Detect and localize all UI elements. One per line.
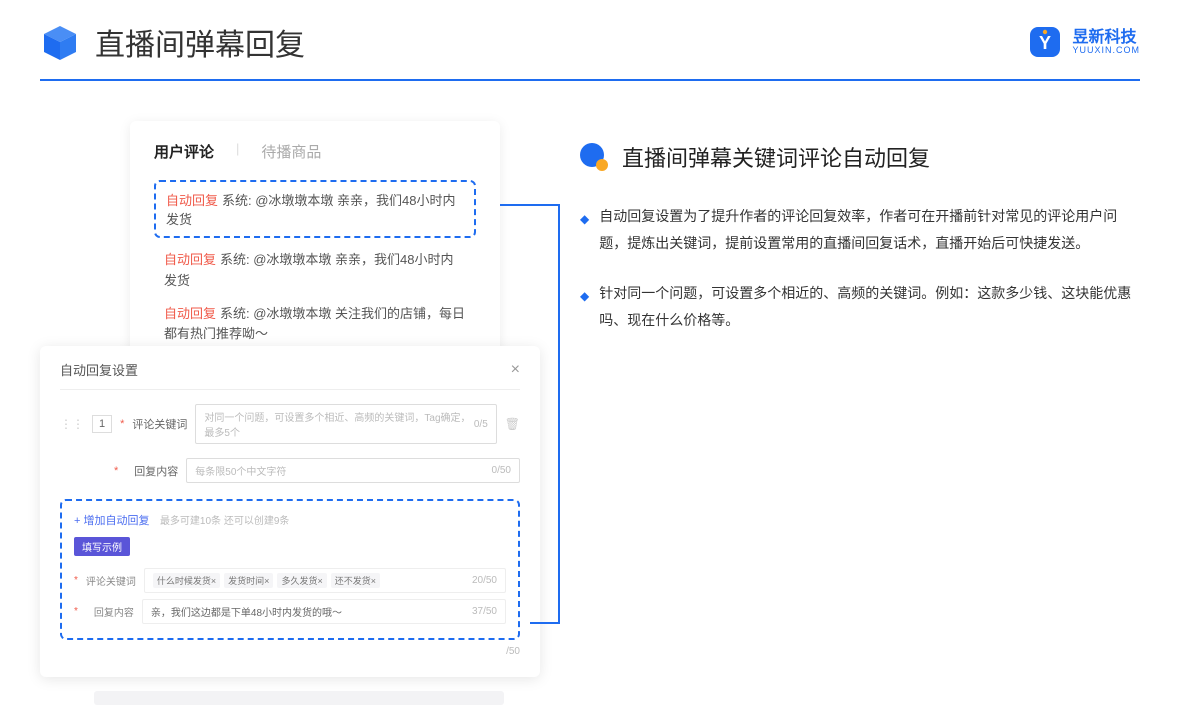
connector-line [558,204,560,624]
page-header: 直播间弹幕回复 Y 昱新科技 YUUXIN.COM [0,0,1180,79]
example-badge: 填写示例 [74,537,130,556]
required-star-icon: * [74,575,78,586]
example-content-label: 回复内容 [86,604,134,619]
example-block: + 增加自动回复 最多可建10条 还可以创建9条 填写示例 * 评论关键词 什么… [60,499,520,640]
auto-reply-settings-modal: 自动回复设置 × ⋮⋮ 1 * 评论关键词 对同一个问题，可设置多个相近、高频的… [40,346,540,677]
keyword-placeholder: 对同一个问题，可设置多个相近、高频的关键词，Tag确定，最多5个 [204,409,473,439]
comment-row: 自动回复系统: @冰墩墩本墩 亲亲，我们48小时内发货 [154,250,476,292]
tab-pending-products[interactable]: 待播商品 [261,141,321,162]
dot-icon [580,143,608,171]
keyword-counter: 0/5 [474,419,488,430]
diamond-icon: ◆ [580,285,589,333]
keyword-input[interactable]: 对同一个问题，可设置多个相近、高频的关键词，Tag确定，最多5个 0/5 [195,404,496,444]
rule-index: 1 [92,415,112,433]
tab-separator: | [236,141,239,162]
example-content-value: 亲，我们这边都是下单48小时内发货的哦～ [151,604,342,619]
example-keyword-input: 什么时候发货× 发货时间× 多久发货× 还不发货× 20/50 [144,568,506,593]
drag-handle-icon[interactable]: ⋮⋮ [60,417,84,431]
modal-title: 自动回复设置 [60,360,138,379]
example-keyword-label: 评论关键词 [86,573,136,588]
graybar-decorative [94,691,504,705]
label-content: 回复内容 [126,463,178,479]
bullet-item: ◆ 针对同一个问题，可设置多个相近的、高频的关键词。例如：这款多少钱、这块能优惠… [580,280,1140,333]
bullet-text: 针对同一个问题，可设置多个相近的、高频的关键词。例如：这款多少钱、这块能优惠吗、… [599,280,1140,333]
bullet-text: 自动回复设置为了提升作者的评论回复效率，作者可在开播前针对常见的评论用户问题，提… [599,203,1140,256]
keyword-tag[interactable]: 什么时候发货× [153,573,220,588]
comment-row: 自动回复系统: @冰墩墩本墩 关注我们的店铺，每日都有热门推荐呦～ [154,304,476,346]
brand-logo: Y 昱新科技 YUUXIN.COM [1028,25,1140,59]
auto-reply-badge: 自动回复 [166,193,218,208]
auto-reply-badge: 自动回复 [164,252,216,267]
content-placeholder: 每条限50个中文字符 [195,463,286,478]
example-content-input: 亲，我们这边都是下单48小时内发货的哦～ 37/50 [142,599,506,624]
label-keyword: 评论关键词 [132,416,187,432]
section-title: 直播间弹幕关键词评论自动回复 [622,141,930,173]
example-keyword-counter: 20/50 [472,575,497,586]
add-rule-link[interactable]: + 增加自动回复 [74,515,149,527]
auto-reply-badge: 自动回复 [164,306,216,321]
close-icon[interactable]: × [511,361,520,379]
explanation-panel: 直播间弹幕关键词评论自动回复 ◆ 自动回复设置为了提升作者的评论回复效率，作者可… [580,121,1140,357]
footer-counter: /50 [60,646,520,657]
screenshot-composite: 用户评论 | 待播商品 自动回复系统: @冰墩墩本墩 亲亲，我们48小时内发货 … [40,121,540,357]
required-star-icon: * [74,606,78,617]
tags-container: 什么时候发货× 发货时间× 多久发货× 还不发货× [153,573,380,588]
highlighted-comment: 自动回复系统: @冰墩墩本墩 亲亲，我们48小时内发货 [154,180,476,238]
connector-line [500,204,560,206]
add-rule-hint: 最多可建10条 还可以创建9条 [160,516,289,527]
diamond-icon: ◆ [580,208,589,256]
cube-icon [40,22,80,62]
content-counter: 0/50 [492,465,511,476]
page-title: 直播间弹幕回复 [95,20,305,64]
required-star-icon: * [120,418,124,430]
content-input[interactable]: 每条限50个中文字符 0/50 [186,458,520,483]
example-content-counter: 37/50 [472,606,497,617]
svg-text:Y: Y [1039,33,1051,53]
keyword-tag[interactable]: 多久发货× [277,573,326,588]
delete-icon[interactable]: 🗑 [505,417,520,431]
required-star-icon: * [114,465,118,477]
keyword-tag[interactable]: 发货时间× [224,573,273,588]
bullet-item: ◆ 自动回复设置为了提升作者的评论回复效率，作者可在开播前针对常见的评论用户问题… [580,203,1140,256]
logo-mark-icon: Y [1028,25,1062,59]
keyword-tag[interactable]: 还不发货× [331,573,380,588]
connector-line [530,622,560,624]
brand-name-cn: 昱新科技 [1072,30,1140,46]
brand-name-en: YUUXIN.COM [1072,46,1140,55]
tab-user-comments[interactable]: 用户评论 [154,141,214,162]
